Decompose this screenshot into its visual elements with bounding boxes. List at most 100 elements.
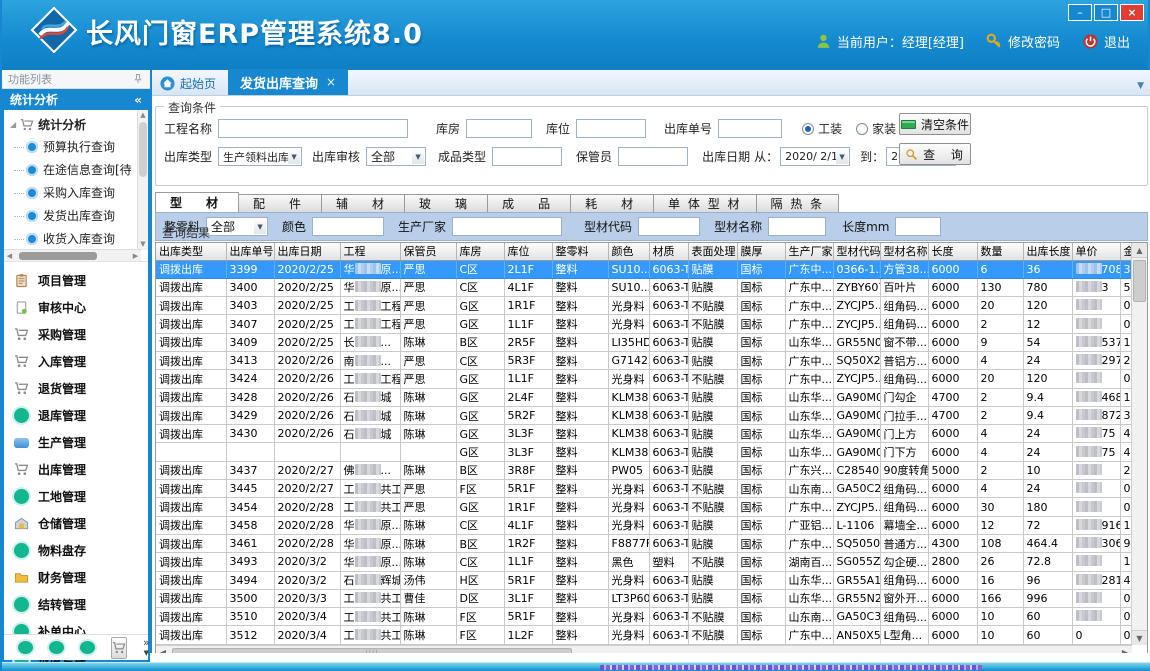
scroll-up-icon[interactable]: ▲ — [1132, 243, 1147, 258]
module-dot-icon[interactable] — [18, 641, 33, 654]
tree-expander-icon[interactable]: ◢ — [10, 120, 16, 129]
column-header[interactable]: 出库单号 — [226, 243, 274, 260]
warehouse-input[interactable] — [466, 119, 532, 138]
clear-conditions-button[interactable]: 清空条件 — [899, 113, 971, 135]
tree-vertical-scrollbar[interactable]: ▲ ▼ — [137, 110, 148, 250]
table-row[interactable]: 调拨出库34092020/2/25长...陈琳B区2R5F整料LI35HD606… — [156, 333, 1136, 351]
scroll-left-icon[interactable]: ◀ — [4, 252, 15, 260]
table-vertical-scrollbar[interactable]: ▲ ▼ — [1131, 243, 1147, 645]
whole-piece-select[interactable]: 全部▼ — [206, 217, 268, 236]
module-dot-icon[interactable] — [49, 641, 64, 654]
table-row[interactable]: 调拨出库33992020/2/25华原...严思C区2L1F整料SU10...6… — [156, 260, 1136, 278]
table-row[interactable]: G区3L3F整料KLM38176063-T5贴膜国标山东华...GA90M09.… — [156, 443, 1136, 461]
scroll-up-icon[interactable]: ▲ — [138, 110, 148, 121]
radio-gongzhuang-icon[interactable] — [802, 123, 814, 135]
keeper-input[interactable] — [618, 147, 688, 166]
date-from-picker[interactable]: 2020/ 2/16▼ — [780, 147, 850, 166]
product-type-input[interactable] — [492, 147, 562, 166]
pin-icon[interactable] — [132, 73, 144, 85]
column-header[interactable]: 整零料 — [552, 243, 608, 260]
sidebar-item-生产管理[interactable]: 生产管理 — [4, 429, 148, 456]
material-tab-8[interactable]: 隔 热 条 — [757, 194, 840, 213]
table-vscroll-thumb[interactable] — [1133, 260, 1146, 302]
factory-input[interactable] — [452, 217, 562, 236]
table-row[interactable]: 调拨出库34002020/2/25华原...严思C区4L1F整料SU10...6… — [156, 278, 1136, 296]
sidebar-item-工地管理[interactable]: 工地管理 — [4, 483, 148, 510]
close-button[interactable]: × — [1120, 4, 1144, 21]
radio-jiazhuang[interactable]: 家装 — [856, 120, 896, 137]
column-header[interactable]: 库位 — [504, 243, 552, 260]
color-input[interactable] — [312, 217, 384, 236]
column-header[interactable]: 单价 — [1072, 243, 1120, 260]
tab-shipment-query[interactable]: 发货出库查询 × — [228, 69, 348, 95]
order-no-input[interactable] — [718, 119, 782, 138]
section-header[interactable]: 统计分析 « — [2, 89, 150, 110]
out-type-select[interactable]: 生产领料出库▼ — [218, 147, 302, 166]
material-tab-4[interactable]: 玻 璃 — [405, 194, 488, 213]
tree-item[interactable]: 收货入库查询 — [4, 227, 148, 250]
material-tab-6[interactable]: 耗 材 — [571, 194, 654, 213]
change-password-button[interactable]: 修改密码 — [986, 32, 1060, 51]
minimize-button[interactable]: – — [1068, 4, 1092, 21]
profile-name-input[interactable] — [768, 217, 826, 236]
material-tab-5[interactable]: 成 品 — [488, 194, 571, 213]
tree-item[interactable]: 在途信息查询[待 — [4, 158, 148, 181]
tab-home[interactable]: 起始页 — [152, 71, 228, 95]
column-header[interactable]: 数量 — [977, 243, 1023, 260]
column-header[interactable]: 工程 — [340, 243, 400, 260]
column-header[interactable]: 颜色 — [608, 243, 649, 260]
table-row[interactable]: 调拨出库34292020/2/26石城陈琳G区5R2F整料KLM38176063… — [156, 406, 1136, 424]
column-header[interactable]: 出库类型 — [156, 243, 226, 260]
column-header[interactable]: 库房 — [456, 243, 504, 260]
material-tab-1[interactable]: 型 材 — [155, 192, 239, 213]
sidebar-item-采购管理[interactable]: 采购管理 — [4, 321, 148, 348]
sidebar-item-仓储管理[interactable]: 仓储管理 — [4, 510, 148, 537]
project-name-input[interactable] — [218, 119, 408, 138]
sidebar-item-财务管理[interactable]: 财务管理 — [4, 564, 148, 591]
tree-scroll-thumb[interactable] — [139, 122, 147, 177]
column-header[interactable]: 生产厂家 — [785, 243, 833, 260]
table-row[interactable]: 调拨出库35102020/3/4工共工程陈琳F区5R1F整料光身料6063-T5… — [156, 608, 1136, 626]
sidebar-item-出库管理[interactable]: 出库管理 — [4, 456, 148, 483]
table-row[interactable]: 调拨出库34942020/3/2石辉城汤伟H区5R1F整料光身料6063-T5贴… — [156, 571, 1136, 589]
material-tab-2[interactable]: 配 件 — [239, 194, 322, 213]
tree-item[interactable]: 采购入库查询 — [4, 181, 148, 204]
logout-button[interactable]: 退出 — [1082, 32, 1130, 51]
table-row[interactable]: 调拨出库34072020/2/25工工程严思G区1L1F整料光身料6063-T5… — [156, 315, 1136, 333]
table-row[interactable]: 调拨出库34932020/3/2华原...陈琳C区1L1F整料黑色塑料不贴膜国标… — [156, 553, 1136, 571]
sidebar-item-结转管理[interactable]: 结转管理 — [4, 591, 148, 618]
tab-overflow-icon[interactable]: ▼ — [1137, 81, 1150, 95]
scroll-down-icon[interactable]: ▼ — [1132, 630, 1147, 645]
material-tab-3[interactable]: 辅 材 — [322, 194, 405, 213]
cart-module-button[interactable] — [111, 637, 127, 659]
search-button[interactable]: 查 询 — [899, 143, 971, 165]
sidebar-item-入库管理[interactable]: 入库管理 — [4, 348, 148, 375]
table-row[interactable]: 调拨出库34032020/2/25工工程严思G区1R1F整料光身料6063-T5… — [156, 297, 1136, 315]
module-dot-icon[interactable] — [80, 641, 95, 654]
audit-select[interactable]: 全部▼ — [366, 147, 426, 166]
maximize-button[interactable]: □ — [1094, 4, 1118, 21]
column-header[interactable]: 膜厚 — [737, 243, 785, 260]
table-row[interactable]: 调拨出库35122020/3/4工共工程陈琳F区1L2F整料光身料6063-T5… — [156, 626, 1136, 644]
overflow-chevron[interactable]: »▼ — [143, 638, 150, 658]
table-row[interactable]: 调拨出库35002020/3/3工共工程曹佳D区3L1F整料LT3P606063… — [156, 589, 1136, 607]
material-tab-7[interactable]: 单 体 型 材 — [654, 194, 756, 213]
radio-jiazhuang-icon[interactable] — [856, 123, 868, 135]
tab-close-icon[interactable]: × — [326, 75, 336, 89]
sidebar-item-物料盘存[interactable]: 物料盘存 — [4, 537, 148, 564]
length-input[interactable] — [895, 217, 941, 236]
location-input[interactable] — [576, 119, 646, 138]
table-row[interactable]: 调拨出库34582020/2/28华原...陈琳C区4L1F整料光身料6063-… — [156, 516, 1136, 534]
column-header[interactable]: 保管员 — [400, 243, 456, 260]
column-header[interactable]: 材质 — [649, 243, 688, 260]
sidebar-item-退货管理[interactable]: 退货管理 — [4, 375, 148, 402]
radio-gongzhuang[interactable]: 工装 — [802, 120, 842, 137]
scroll-right-icon[interactable]: ▶ — [130, 252, 141, 260]
table-row[interactable]: 调拨出库34242020/2/26工工程严思G区1L1F整料光身料6063-T5… — [156, 370, 1136, 388]
column-header[interactable]: 出库长度 — [1023, 243, 1072, 260]
column-header[interactable]: 表面处理 — [688, 243, 737, 260]
table-row[interactable]: 调拨出库34372020/2/27佛...陈琳B区3R8F整料PW056063-… — [156, 461, 1136, 479]
tree-hscroll-thumb[interactable] — [19, 252, 97, 260]
column-header[interactable]: 长度 — [928, 243, 977, 260]
tree-item[interactable]: 发货出库查询 — [4, 204, 148, 227]
